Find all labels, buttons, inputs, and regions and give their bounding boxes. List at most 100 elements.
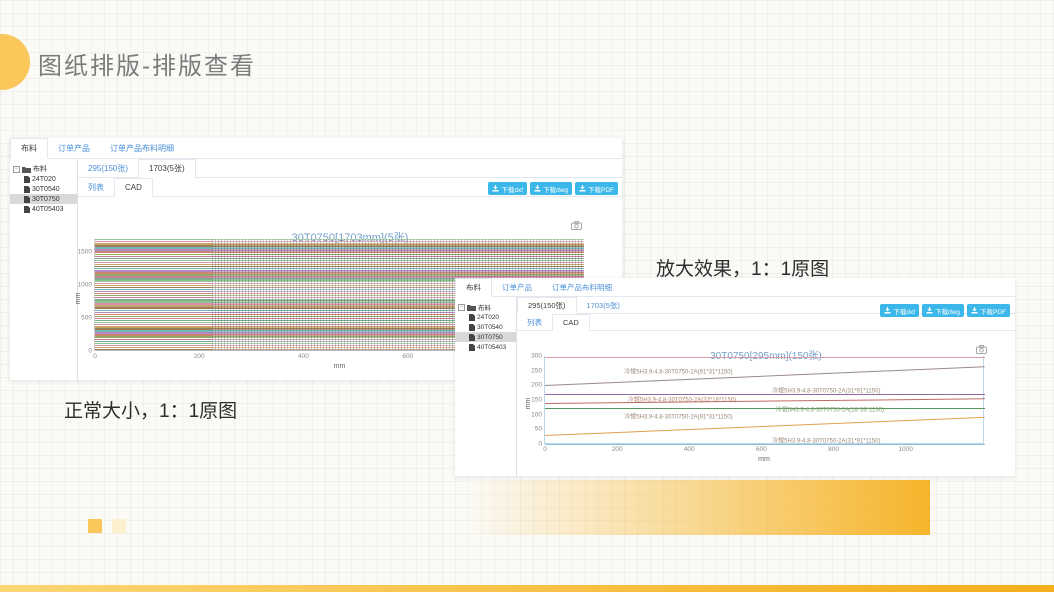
download-icon [492,185,499,192]
series-sheet-bottom-edge [545,444,985,445]
series-sheet-top-edge [545,357,985,358]
x-axis-label: mm [758,456,770,463]
x-tick-600: 600 [756,446,767,453]
view-tab-0[interactable]: 列表 [78,178,114,196]
download-icon [971,307,978,314]
series-strip-3 [545,398,985,404]
file-icon [24,186,30,193]
export-button-1[interactable]: 下载dwg [530,182,572,195]
part-label-4: 冷辊5H3.9-4.8-30T0750-2A(91*31*1150) [624,411,732,420]
export-button-label: 下载dxf [893,306,915,316]
tree-item-label: 30T0540 [477,324,503,331]
tree-item-label: 24T020 [477,314,499,321]
view-tab-1[interactable]: CAD [114,178,153,197]
y-axis-label: mm [526,397,533,409]
download-icon [534,185,541,192]
main-panel: 295(150张)1703(5张) 列表CAD 下载dxf下载dwg下载PDF … [517,297,1015,477]
tree-item-label: 30T0540 [32,186,60,193]
screenshot-zoomed: 布料订单产品订单产品布料明细 −布料 24T020 30T0540 30T0750 40… [455,278,1015,476]
nav-tab-2[interactable]: 订单产品布料明细 [542,278,622,296]
x-tick-800: 800 [828,446,839,453]
x-axis-label: mm [334,363,346,370]
part-label-3: 冷辊5H3.9-4.8-30T0750-2A(18*33*1150) [776,404,884,413]
file-icon [469,344,475,351]
export-button-label: 下载dwg [935,306,960,316]
view-tab-0[interactable]: 列表 [517,314,552,330]
nav-tab-1[interactable]: 订单产品 [48,138,100,158]
part-label-2: 冷辊5H3.9-4.8-30T0750-2A(33*18*1150) [628,395,736,404]
x-tick-400: 400 [684,446,695,453]
part-label-1: 冷辊5H3.9-4.8-30T0750-2A(31*91*1150) [772,386,880,395]
accent-circle [0,34,30,90]
size-tab-1[interactable]: 1703(5张) [577,297,630,313]
accent-square-dark [88,519,102,533]
export-button-0[interactable]: 下载dxf [880,304,919,317]
nav-tab-0[interactable]: 布料 [10,138,48,159]
export-button-label: 下载PDF [980,306,1006,316]
y-tick-0: 0 [88,348,92,355]
tree-item-30T0540[interactable]: 30T0540 [455,322,516,332]
export-button-label: 下载dxf [501,184,523,194]
tree-item-30T0750[interactable]: 30T0750 [455,332,516,342]
nav-tab-0[interactable]: 布料 [455,278,492,297]
part-label-0: 冷辊5H3.9-4.8-30T0750-2A(91*31*1150) [624,366,732,375]
bottom-accent-bar [0,585,1054,592]
export-button-0[interactable]: 下载dxf [488,182,527,195]
gradient-banner [470,480,930,535]
y-tick-250: 250 [531,367,542,374]
series-strip-2 [545,394,985,395]
export-button-1[interactable]: 下载dwg [922,304,964,317]
size-tab-0[interactable]: 295(150张) [78,159,138,177]
tree-item-40T05403[interactable]: 40T05403 [10,204,77,214]
export-button-label: 下载dwg [543,184,568,194]
plot-area: 05010015020025030002004006008001000mmmm冷… [544,356,984,444]
size-tab-1[interactable]: 1703(5张) [138,159,196,178]
tree-item-30T0750[interactable]: 30T0750 [10,194,77,204]
tree-item-label: 40T05403 [477,344,506,351]
tree-root[interactable]: − 布料 [10,164,77,174]
tree-root[interactable]: −布料 [455,302,516,312]
export-button-group: 下载dxf 下载dwg 下载PDF [880,304,1010,317]
tree-item-label: 40T05403 [32,206,64,213]
collapse-icon[interactable]: − [13,166,20,173]
file-icon [469,334,475,341]
export-button-group: 下载dxf 下载dwg 下载PDF [488,182,618,195]
export-button-2[interactable]: 下载PDF [575,182,618,195]
folder-icon [467,304,476,311]
export-button-2[interactable]: 下载PDF [967,304,1010,317]
nav-tab-2[interactable]: 订单产品布料明细 [100,138,184,158]
accent-square-light [112,519,126,533]
caption-zoomed: 放大效果，1：1原图 [656,254,829,281]
window-body: −布料 24T020 30T0540 30T0750 40T05403 295(150张… [455,297,1015,477]
y-tick-0: 0 [538,441,542,448]
y-tick-150: 150 [531,397,542,404]
y-tick-1000: 1000 [78,282,92,289]
size-tab-0[interactable]: 295(150张) [517,297,577,314]
view-tab-1[interactable]: CAD [552,314,590,331]
tree-item-24T020[interactable]: 24T020 [10,174,77,184]
presentation-slide: 图纸排版-排版查看 布料订单产品订单产品布料明细 −布料24T02030T054… [0,0,1054,592]
layout-chart-295mm: 05010015020025030002004006008001000mmmm冷… [544,356,984,444]
page-title: 图纸排版-排版查看 [38,46,256,81]
file-icon [24,196,30,203]
tree-item-30T0540[interactable]: 30T0540 [10,184,77,194]
x-tick-200: 200 [612,446,623,453]
download-icon [579,185,586,192]
collapse-icon[interactable]: − [458,304,465,311]
download-icon [884,307,891,314]
tree-item-label: 24T020 [32,176,56,183]
download-icon [926,307,933,314]
series-strip-1 [545,367,985,387]
tree-root-label: 布料 [33,164,47,174]
material-tree: −布料 24T020 30T0540 30T0750 40T05403 [455,297,517,477]
y-tick-100: 100 [531,411,542,418]
tree-item-40T05403[interactable]: 40T05403 [455,342,516,352]
tree-item-24T020[interactable]: 24T020 [455,312,516,322]
export-button-label: 下载PDF [588,184,614,194]
y-tick-1500: 1500 [78,249,92,256]
tree-item-label: 30T0750 [477,334,503,341]
tree-item-label: 30T0750 [32,196,60,203]
x-tick-0: 0 [543,446,547,453]
file-icon [24,206,30,213]
nav-tab-1[interactable]: 订单产品 [492,278,542,296]
